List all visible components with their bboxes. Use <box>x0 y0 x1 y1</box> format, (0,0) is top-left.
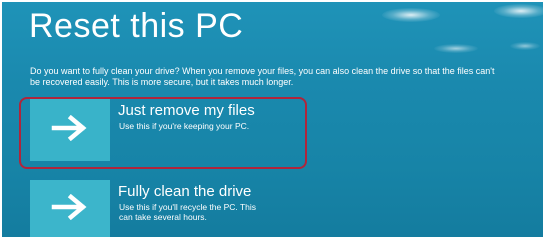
arrow-right-icon <box>50 193 90 225</box>
description-line: Do you want to fully clean your drive? W… <box>30 66 495 76</box>
option-description: Use this if you'll recycle the PC. This … <box>119 202 256 222</box>
option-fully-clean-the-drive[interactable]: Fully clean the drive Use this if you'll… <box>30 180 330 237</box>
reset-pc-screen: Reset this PC Do you want to fully clean… <box>2 2 543 237</box>
option-tile[interactable] <box>30 180 110 237</box>
screen-glare <box>382 8 440 22</box>
description-line: be recovered easily. This is more secure… <box>30 77 294 87</box>
screen-glare <box>434 44 478 53</box>
option-description-line: Use this if you'll recycle the PC. This <box>119 202 257 212</box>
option-description-line: can take several hours. <box>119 212 207 222</box>
screen-glare <box>510 42 540 50</box>
page-description: Do you want to fully clean your drive? W… <box>30 66 543 88</box>
selection-highlight <box>19 97 307 169</box>
page-title: Reset this PC <box>29 7 244 45</box>
option-title: Fully clean the drive <box>118 183 252 200</box>
screen-glare <box>494 4 543 18</box>
